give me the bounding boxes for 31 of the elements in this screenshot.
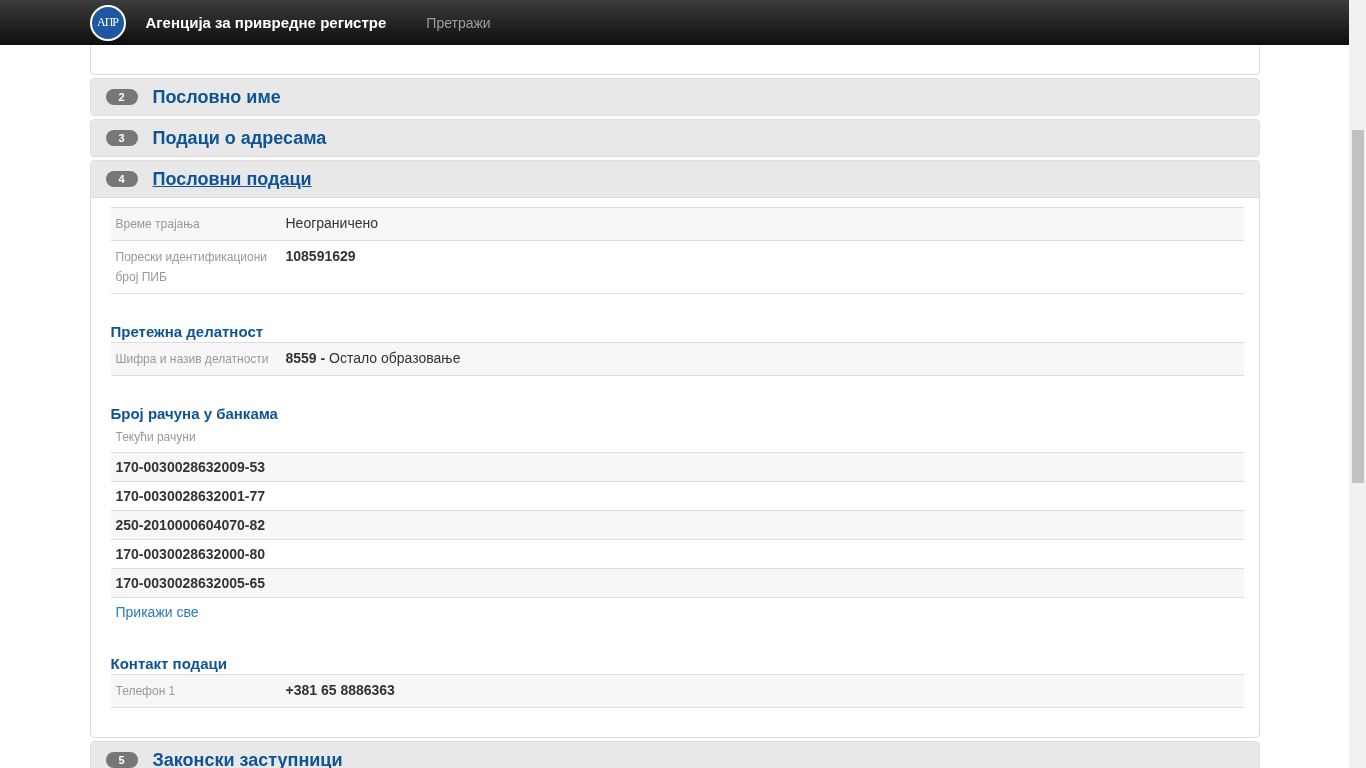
scrollbar[interactable] [1349, 0, 1366, 768]
panel-title[interactable]: Пословно име [152, 86, 281, 108]
field-label: Телефон 1 [115, 683, 177, 700]
show-all-link[interactable]: Прикажи све [110, 598, 204, 626]
field-label: Порески идентификациони број ПИБ [115, 249, 268, 286]
section-heading: Контакт подаци [110, 655, 228, 672]
number-badge: 4 [105, 171, 138, 187]
field-value: Неограничено [285, 214, 378, 233]
field-label: Шифра и назив делатности [115, 351, 270, 368]
section-heading: Претежна делатност [110, 323, 265, 340]
panel-header[interactable]: 4 Пословни подаци [90, 161, 1259, 198]
field-value: +381 65 8886363 [285, 681, 395, 700]
panel-header[interactable]: 3 Подаци о адресама [90, 120, 1259, 156]
panel-header[interactable]: 2 Пословно име [90, 79, 1259, 115]
panel-title[interactable]: Пословни подаци [152, 168, 312, 190]
number-badge: 3 [105, 130, 138, 146]
number-badge: 2 [105, 89, 138, 105]
panel-title[interactable]: Подаци о адресама [152, 127, 327, 149]
brand-title: Агенција за привредне регистре [145, 14, 387, 31]
logo[interactable]: АПР [89, 4, 126, 41]
account-number: 250-2010000604070-82 [110, 510, 1244, 539]
section-heading: Број рачуна у банкама [110, 405, 279, 422]
field-value: 8559 - Остало образовање [285, 349, 461, 368]
nav-link[interactable]: Претражи [426, 14, 491, 31]
scrollbar-thumb[interactable] [1351, 130, 1364, 483]
field-label: Време трајања [115, 216, 201, 233]
number-badge: 5 [105, 752, 138, 768]
field-value: 108591629 [285, 247, 356, 266]
account-number: 170-0030028632009-53 [110, 452, 1244, 481]
subheading: Текући рачуни [114, 429, 197, 446]
account-number: 170-0030028632005-65 [110, 568, 1244, 598]
